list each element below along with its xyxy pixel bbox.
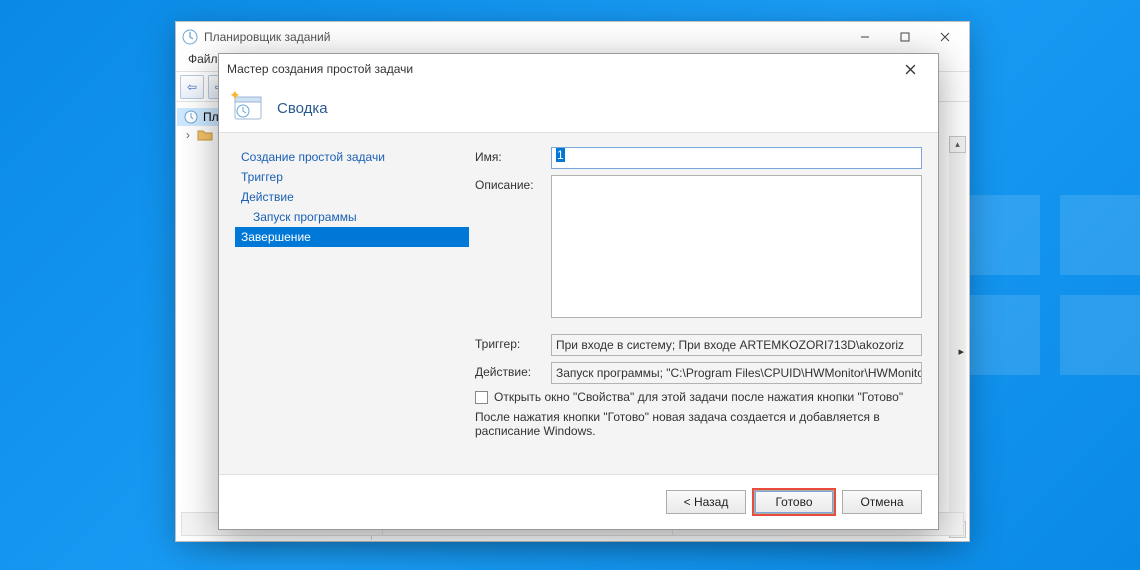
wizard-icon: ✦ (231, 91, 265, 125)
dialog-title: Мастер создания простой задачи (227, 62, 413, 76)
wizard-steps: Создание простой задачи Триггер Действие… (235, 147, 469, 247)
action-value: Запуск программы; "C:\Program Files\CPUI… (551, 362, 922, 384)
task-scheduler-icon (183, 109, 199, 125)
create-basic-task-wizard: Мастер создания простой задачи ✦ Сводка … (218, 53, 939, 530)
scroll-right-icon[interactable]: ▸ (958, 345, 964, 358)
titlebar[interactable]: Планировщик заданий (176, 22, 969, 52)
minimize-button[interactable] (845, 22, 885, 52)
sparkle-icon: ✦ (229, 87, 241, 104)
scroll-up-icon[interactable]: ▴ (949, 136, 966, 153)
label-action: Действие: (475, 362, 551, 379)
desktop-windows-logo (960, 195, 1140, 375)
finish-hint: После нажатия кнопки "Готово" новая зада… (475, 410, 922, 438)
nav-back-button[interactable]: ⇦ (180, 75, 204, 99)
open-properties-label: Открыть окно "Свойства" для этой задачи … (494, 390, 903, 404)
step-trigger[interactable]: Триггер (235, 167, 469, 187)
trigger-value: При входе в систему; При входе ARTEMKOZO… (551, 334, 922, 356)
description-input[interactable] (551, 175, 922, 318)
label-trigger: Триггер: (475, 334, 551, 351)
folder-icon (197, 127, 213, 143)
wizard-header: Сводка (277, 100, 328, 117)
window-title: Планировщик заданий (204, 30, 330, 44)
label-name: Имя: (475, 147, 551, 164)
task-scheduler-icon (182, 29, 198, 45)
label-description: Описание: (475, 175, 551, 192)
summary-form: Имя: 1 Описание: Триггер: При входе в си… (475, 147, 922, 464)
dialog-button-bar: < Назад Готово Отмена (219, 475, 938, 529)
step-action[interactable]: Действие (235, 187, 469, 207)
dialog-titlebar[interactable]: Мастер создания простой задачи (219, 54, 938, 84)
cancel-button[interactable]: Отмена (842, 490, 922, 514)
maximize-button[interactable] (885, 22, 925, 52)
back-button[interactable]: < Назад (666, 490, 746, 514)
close-button[interactable] (925, 22, 965, 52)
dialog-close-button[interactable] (890, 55, 930, 83)
chevron-right-icon: › (183, 128, 193, 142)
step-start-program[interactable]: Запуск программы (235, 207, 469, 227)
actions-scrollbar[interactable]: ▴ ▾ (949, 136, 966, 538)
open-properties-checkbox[interactable] (475, 391, 488, 404)
step-create-basic-task[interactable]: Создание простой задачи (235, 147, 469, 167)
finish-button[interactable]: Готово (754, 490, 834, 514)
step-finish[interactable]: Завершение (235, 227, 469, 247)
name-input[interactable]: 1 (551, 147, 922, 169)
